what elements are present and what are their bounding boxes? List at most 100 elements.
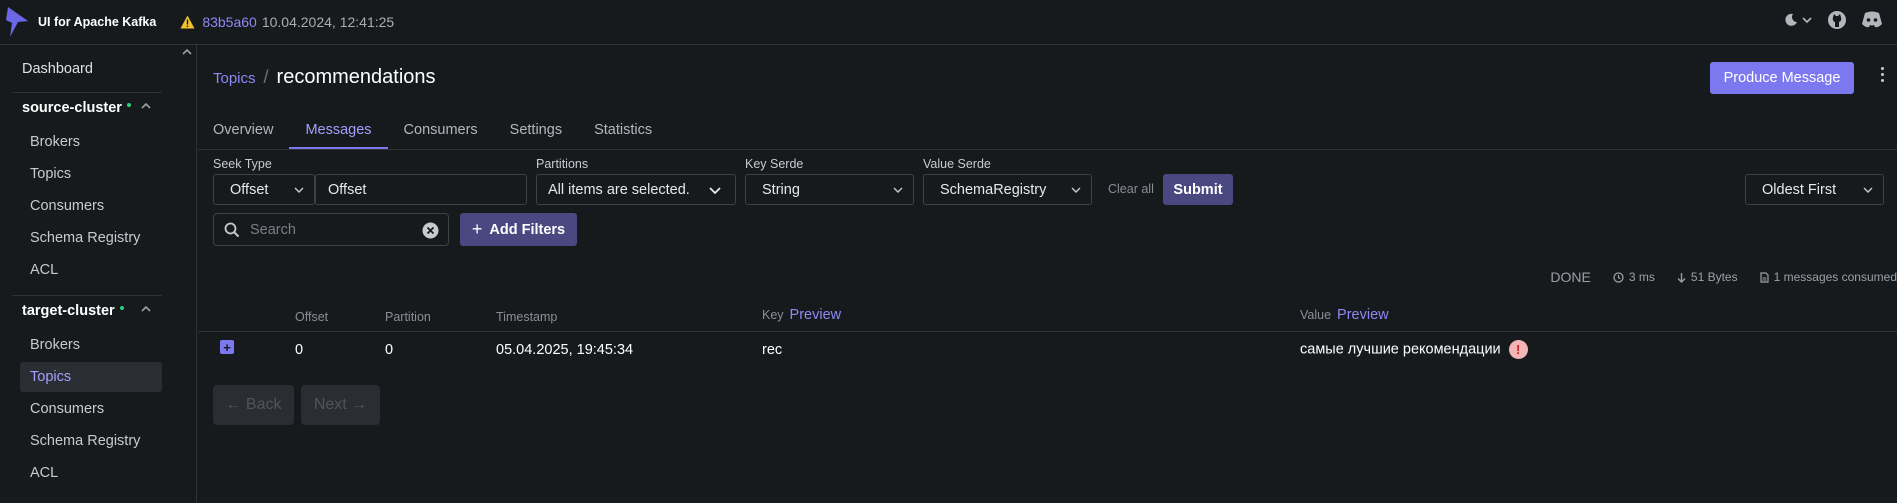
produce-message-button[interactable]: Produce Message — [1710, 62, 1854, 94]
sidebar-item-brokers[interactable]: Brokers — [20, 330, 162, 360]
seek-type-label: Seek Type — [213, 157, 272, 171]
online-status-dot — [119, 305, 124, 310]
value-preview-link[interactable]: Preview — [1337, 307, 1389, 323]
file-icon — [1759, 271, 1769, 283]
submit-button[interactable]: Submit — [1163, 174, 1233, 205]
chevron-up-icon[interactable] — [140, 304, 152, 314]
bytes-consumed: 51 Bytes — [1677, 270, 1738, 284]
table-header-divider — [198, 331, 1897, 332]
tab-settings[interactable]: Settings — [494, 120, 578, 149]
key-preview-link[interactable]: Preview — [790, 307, 842, 323]
tabs-divider — [198, 149, 1897, 150]
kafka-logo-icon — [6, 7, 28, 37]
commit-link[interactable]: 83b5a60 — [202, 14, 257, 30]
main-content: Topics / recommendations Produce Message… — [198, 45, 1897, 503]
sidebar-item-schema-registry[interactable]: Schema Registry — [20, 426, 162, 456]
warning-icon — [180, 15, 195, 29]
offset-input-value: Offset — [328, 181, 367, 198]
column-offset: Offset — [295, 310, 329, 324]
tab-messages[interactable]: Messages — [289, 120, 388, 149]
cluster-name: source-cluster — [22, 99, 122, 116]
sidebar-item-consumers[interactable]: Consumers — [20, 191, 162, 221]
cell-value: самые лучшие рекомендации! — [1300, 340, 1528, 359]
value-serde-label: Value Serde — [923, 157, 991, 171]
tab-overview[interactable]: Overview — [213, 120, 289, 149]
sidebar-item-topics[interactable]: Topics — [20, 362, 162, 392]
messages-consumed: 1 messages consumed — [1759, 270, 1897, 284]
add-filters-label: Add Filters — [489, 221, 566, 238]
seek-type-value: Offset — [230, 181, 269, 198]
sidebar: Dashboard source-cluster Brokers Topics … — [0, 45, 197, 503]
cluster-target[interactable]: target-cluster — [12, 295, 162, 325]
plus-icon: + — [471, 219, 483, 239]
add-filters-button[interactable]: + Add Filters — [460, 213, 577, 246]
chevron-up-icon[interactable] — [140, 101, 152, 111]
chevron-down-icon — [709, 187, 721, 195]
breadcrumb-separator: / — [263, 67, 269, 87]
column-key: Key Preview — [762, 307, 842, 323]
clear-all-button[interactable]: Clear all — [1108, 182, 1154, 196]
key-serde-value: String — [762, 181, 800, 198]
clock-icon — [1613, 271, 1624, 283]
cluster-source[interactable]: source-cluster — [12, 92, 162, 122]
discord-link[interactable] — [1861, 11, 1883, 29]
arrow-down-icon — [1677, 272, 1686, 283]
column-timestamp: Timestamp — [496, 310, 558, 324]
cell-key: rec — [762, 342, 783, 358]
sidebar-item-acl[interactable]: ACL — [20, 255, 162, 285]
partitions-select[interactable]: All items are selected. — [536, 174, 736, 205]
chevron-down-icon — [1071, 187, 1081, 193]
cell-timestamp: 05.04.2025, 19:45:34 — [496, 342, 634, 358]
column-value: Value Preview — [1300, 307, 1389, 323]
sort-order-select[interactable]: Oldest First — [1745, 174, 1884, 205]
github-icon — [1828, 11, 1846, 29]
tab-statistics[interactable]: Statistics — [578, 120, 668, 149]
consume-status: DONE — [1550, 269, 1591, 285]
moon-icon — [1785, 13, 1797, 26]
app-title: UI for Apache Kafka — [38, 15, 157, 29]
search-input[interactable] — [250, 221, 410, 238]
online-status-dot — [126, 102, 131, 107]
top-bar: UI for Apache Kafka 83b5a60 10.04.2024, … — [0, 0, 1897, 45]
logo[interactable]: UI for Apache Kafka — [6, 7, 156, 37]
partitions-value: All items are selected. — [548, 181, 690, 198]
key-serde-select[interactable]: String — [745, 174, 914, 205]
next-button[interactable]: Next → — [301, 385, 380, 425]
more-options-icon[interactable] — [1881, 67, 1885, 85]
breadcrumb-topics-link[interactable]: Topics — [213, 70, 256, 87]
build-date: 10.04.2024, 12:41:25 — [261, 14, 395, 30]
seek-type-select[interactable]: Offset — [213, 174, 315, 205]
page-title: recommendations — [276, 66, 436, 88]
breadcrumb: Topics / recommendations — [213, 66, 436, 89]
sidebar-item-brokers[interactable]: Brokers — [20, 127, 162, 157]
cluster-name: target-cluster — [22, 302, 115, 319]
search-box — [213, 213, 449, 246]
clear-search-icon[interactable] — [422, 222, 439, 239]
chevron-down-icon — [1863, 187, 1873, 193]
sidebar-item-acl[interactable]: ACL — [20, 458, 162, 488]
back-button[interactable]: ← Back — [213, 385, 294, 425]
key-serde-label: Key Serde — [745, 157, 804, 171]
theme-toggle[interactable] — [1784, 13, 1813, 27]
sidebar-item-dashboard[interactable]: Dashboard — [12, 55, 162, 83]
cell-partition: 0 — [385, 342, 394, 358]
value-serde-value: SchemaRegistry — [940, 181, 1047, 198]
sort-order-value: Oldest First — [1762, 181, 1837, 198]
offset-input[interactable]: Offset — [315, 174, 527, 205]
value-serde-select[interactable]: SchemaRegistry — [923, 174, 1092, 205]
sidebar-item-topics[interactable]: Topics — [20, 159, 162, 189]
github-link[interactable] — [1827, 10, 1847, 30]
chevron-down-icon — [893, 187, 903, 193]
partitions-label: Partitions — [536, 157, 589, 171]
error-icon[interactable]: ! — [1508, 340, 1528, 359]
expand-row-icon[interactable]: + — [220, 340, 234, 354]
sidebar-item-consumers[interactable]: Consumers — [20, 394, 162, 424]
tab-consumers[interactable]: Consumers — [388, 120, 494, 149]
consume-stats: DONE 3 ms 51 Bytes 1 messages consumed — [1550, 269, 1897, 285]
sidebar-item-schema-registry[interactable]: Schema Registry — [20, 223, 162, 253]
scroll-up-icon[interactable] — [182, 47, 192, 59]
chevron-down-icon — [1802, 17, 1812, 24]
column-partition: Partition — [385, 310, 431, 324]
search-icon — [224, 222, 240, 237]
tabs: Overview Messages Consumers Settings Sta… — [213, 120, 668, 149]
